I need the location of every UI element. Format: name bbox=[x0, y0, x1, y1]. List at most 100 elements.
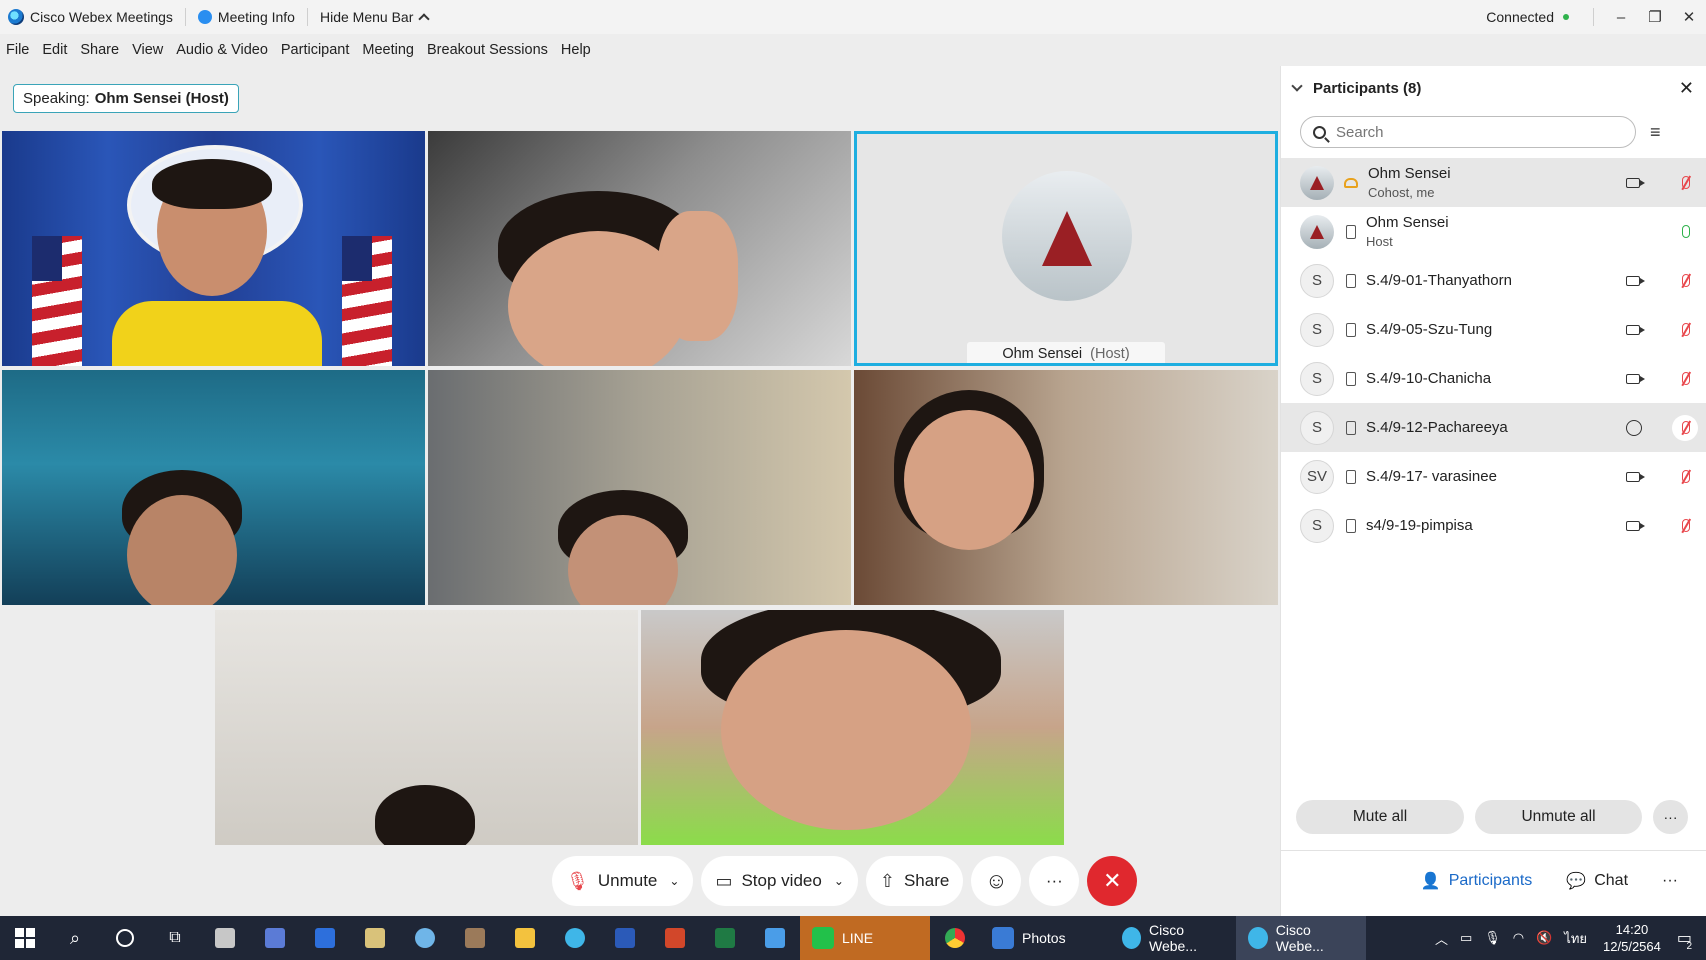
taskbar-app[interactable] bbox=[550, 916, 600, 960]
mic-on-icon[interactable] bbox=[1682, 225, 1690, 238]
chrome-icon bbox=[945, 928, 965, 948]
tab-chat[interactable]: 💬 Chat bbox=[1554, 859, 1640, 903]
taskbar-app[interactable] bbox=[700, 916, 750, 960]
participant-row[interactable]: S S.4/9-12-Pachareeya bbox=[1281, 403, 1706, 452]
volume-muted-icon[interactable]: 🔇 bbox=[1536, 930, 1552, 946]
video-tile-6[interactable] bbox=[854, 370, 1278, 605]
reactions-button[interactable]: ☺ bbox=[971, 856, 1022, 906]
participant-row[interactable]: Ohm Sensei Host bbox=[1281, 207, 1706, 256]
taskbar-chrome[interactable] bbox=[930, 916, 980, 960]
menu-edit[interactable]: Edit bbox=[42, 42, 67, 58]
search-box[interactable] bbox=[1300, 116, 1636, 148]
meeting-info-button[interactable]: Meeting Info bbox=[197, 9, 295, 25]
video-tile-featured[interactable]: Ohm Sensei (Host) bbox=[854, 131, 1278, 366]
task-view-button[interactable]: ⧉ bbox=[150, 916, 200, 960]
unmute-all-button[interactable]: Unmute all bbox=[1475, 800, 1642, 834]
cortana-button[interactable] bbox=[100, 916, 150, 960]
mic-muted-icon[interactable] bbox=[1682, 470, 1690, 483]
taskbar-app[interactable] bbox=[300, 916, 350, 960]
taskbar-photos-app[interactable]: Photos bbox=[980, 916, 1110, 960]
menu-file[interactable]: File bbox=[6, 42, 29, 58]
mic-muted-icon[interactable] bbox=[1682, 421, 1690, 434]
video-tile-8[interactable] bbox=[641, 610, 1064, 845]
participant-row[interactable]: S S.4/9-05-Szu-Tung bbox=[1281, 305, 1706, 354]
wifi-icon[interactable]: ◠ bbox=[1513, 930, 1524, 946]
participant-row[interactable]: Ohm Sensei Cohost, me bbox=[1281, 158, 1706, 207]
taskbar-app[interactable] bbox=[650, 916, 700, 960]
share-button[interactable]: ⇧ Share bbox=[865, 856, 964, 906]
mic-muted-icon[interactable] bbox=[1682, 274, 1690, 287]
tab-participants[interactable]: 👤 Participants bbox=[1408, 859, 1545, 903]
participant-row[interactable]: S s4/9-19-pimpisa bbox=[1281, 501, 1706, 550]
flag-graphic bbox=[32, 236, 82, 366]
minimize-button[interactable]: – bbox=[1604, 9, 1638, 26]
menu-breakout-sessions[interactable]: Breakout Sessions bbox=[427, 42, 548, 58]
maximize-button[interactable]: ❐ bbox=[1638, 8, 1672, 26]
more-options-button[interactable]: ··· bbox=[1029, 856, 1080, 906]
menu-meeting[interactable]: Meeting bbox=[362, 42, 414, 58]
chevron-up-icon[interactable]: ︿ bbox=[1435, 929, 1448, 948]
participant-name: S.4/9-12-Pachareeya bbox=[1366, 419, 1508, 436]
input-language[interactable]: ไทย bbox=[1564, 928, 1587, 949]
tab-chat-label: Chat bbox=[1594, 872, 1629, 889]
video-tile-5[interactable] bbox=[428, 370, 851, 605]
taskbar-webex-window-2[interactable]: Cisco Webe... bbox=[1236, 916, 1366, 960]
battery-icon[interactable]: ▭ bbox=[1460, 930, 1472, 946]
taskbar-app[interactable] bbox=[350, 916, 400, 960]
menu-help[interactable]: Help bbox=[561, 42, 591, 58]
chat-bubble-icon[interactable] bbox=[1626, 419, 1642, 436]
mic-muted-icon[interactable] bbox=[1682, 519, 1690, 532]
taskbar-app[interactable] bbox=[600, 916, 650, 960]
taskbar-app[interactable] bbox=[750, 916, 800, 960]
video-tile-4[interactable] bbox=[2, 370, 425, 605]
tile-role: (Host) bbox=[1090, 346, 1130, 362]
mic-muted-icon[interactable] bbox=[1682, 176, 1690, 189]
folder-icon bbox=[515, 928, 535, 948]
device-phone-icon bbox=[1346, 518, 1356, 533]
taskbar-webex-window-1[interactable]: Cisco Webe... bbox=[1110, 916, 1236, 960]
panel-more-button[interactable]: ··· bbox=[1653, 800, 1688, 834]
task-view-icon: ⧉ bbox=[169, 929, 181, 946]
clock[interactable]: 14:20 12/5/2564 bbox=[1603, 921, 1661, 955]
close-window-button[interactable]: ✕ bbox=[1672, 8, 1706, 26]
participant-row[interactable]: SV S.4/9-17- varasinee bbox=[1281, 452, 1706, 501]
tab-participants-label: Participants bbox=[1448, 872, 1533, 889]
taskbar: ⌕ ⧉ LINE Photos Cisco Webe... Cisco Webe… bbox=[0, 916, 1706, 960]
search-row: ≡ bbox=[1281, 110, 1706, 154]
microphone-icon[interactable]: 🎙 bbox=[1484, 930, 1501, 946]
video-tile-2[interactable] bbox=[428, 131, 851, 366]
taskbar-app[interactable] bbox=[250, 916, 300, 960]
taskbar-app[interactable] bbox=[500, 916, 550, 960]
taskbar-app[interactable] bbox=[200, 916, 250, 960]
chevron-down-icon[interactable]: ⌄ bbox=[834, 874, 844, 888]
taskbar-app[interactable] bbox=[450, 916, 500, 960]
menu-view[interactable]: View bbox=[132, 42, 163, 58]
leave-meeting-button[interactable]: ✕ bbox=[1087, 856, 1138, 906]
participant-row[interactable]: S S.4/9-10-Chanicha bbox=[1281, 354, 1706, 403]
video-tile-1[interactable] bbox=[2, 131, 425, 366]
chevron-down-icon[interactable]: ⌄ bbox=[669, 874, 679, 888]
stop-video-button[interactable]: ▭ Stop video ⌄ bbox=[701, 856, 858, 906]
menu-share[interactable]: Share bbox=[80, 42, 119, 58]
participant-row[interactable]: S S.4/9-01-Thanyathorn bbox=[1281, 256, 1706, 305]
start-button[interactable] bbox=[0, 916, 50, 960]
mic-muted-icon[interactable] bbox=[1682, 372, 1690, 385]
hide-menu-bar-button[interactable]: Hide Menu Bar bbox=[320, 9, 431, 25]
search-taskbar-button[interactable]: ⌕ bbox=[50, 916, 100, 960]
taskbar-line-app[interactable]: LINE bbox=[800, 916, 930, 960]
chevron-down-icon[interactable] bbox=[1291, 80, 1303, 92]
participant-name: s4/9-19-pimpisa bbox=[1366, 517, 1473, 534]
menu-audio-video[interactable]: Audio & Video bbox=[176, 42, 268, 58]
video-tile-7[interactable] bbox=[215, 610, 638, 845]
search-input[interactable] bbox=[1336, 123, 1616, 141]
close-panel-button[interactable]: ✕ bbox=[1679, 78, 1694, 99]
taskbar-app[interactable] bbox=[400, 916, 450, 960]
menu-participant[interactable]: Participant bbox=[281, 42, 350, 58]
mic-muted-icon[interactable] bbox=[1682, 323, 1690, 336]
tab-more[interactable]: ··· bbox=[1650, 859, 1690, 903]
unmute-button[interactable]: 🎙 Unmute ⌄ bbox=[552, 856, 694, 906]
info-icon bbox=[197, 10, 212, 24]
sort-icon[interactable]: ≡ bbox=[1650, 122, 1661, 143]
notifications-icon[interactable]: ▭ 2 bbox=[1677, 928, 1692, 952]
mute-all-button[interactable]: Mute all bbox=[1296, 800, 1464, 834]
